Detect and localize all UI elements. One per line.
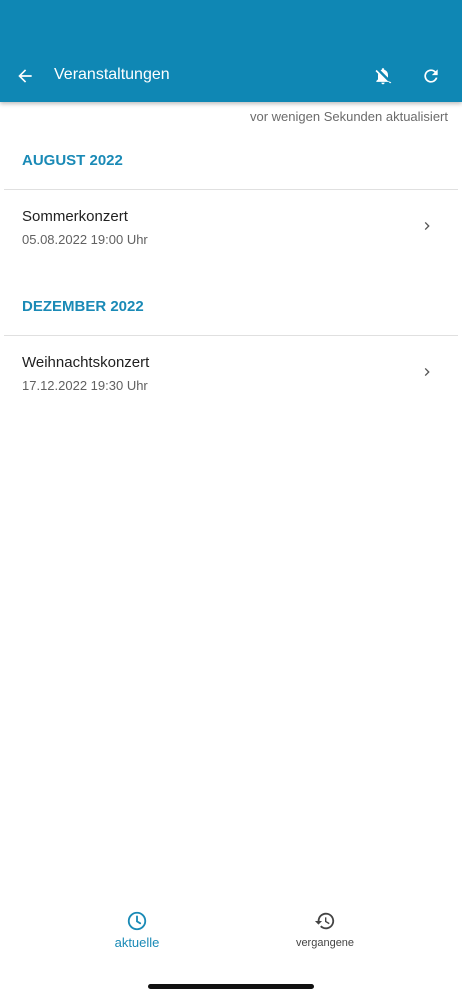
nav-tab-aktuelle[interactable]: aktuelle	[77, 910, 197, 956]
nav-tab-label: vergangene	[295, 937, 355, 949]
bell-off-icon	[375, 68, 392, 85]
section-header-dezember-2022: DEZEMBER 2022	[22, 298, 144, 315]
notifications-toggle-button[interactable]	[370, 63, 396, 89]
nav-tab-vergangene[interactable]: vergangene	[265, 910, 385, 956]
nav-tab-label: aktuelle	[114, 935, 160, 950]
arrow-left-icon	[18, 69, 32, 83]
page-title: Veranstaltungen	[54, 66, 170, 83]
event-row-sommerkonzert[interactable]: Sommerkonzert 05.08.2022 19:00 Uhr	[0, 190, 462, 260]
event-name: Sommerkonzert	[22, 208, 128, 225]
home-indicator	[148, 984, 314, 989]
last-updated-text: vor wenigen Sekunden aktualisiert	[249, 109, 448, 124]
app-bar: Veranstaltungen	[0, 0, 462, 102]
history-icon	[314, 912, 335, 930]
refresh-icon	[424, 69, 438, 83]
clock-icon	[127, 911, 147, 931]
section-header-august-2022: AUGUST 2022	[22, 152, 123, 169]
event-row-weihnachtskonzert[interactable]: Weihnachtskonzert 17.12.2022 19:30 Uhr	[0, 336, 462, 406]
chevron-right-icon	[418, 363, 436, 381]
refresh-button[interactable]	[418, 63, 444, 89]
bottom-navigation: aktuelle vergangene	[0, 900, 462, 960]
event-date: 17.12.2022 19:30 Uhr	[22, 378, 148, 393]
back-button[interactable]	[12, 63, 38, 89]
chevron-right-icon	[418, 217, 436, 235]
event-date: 05.08.2022 19:00 Uhr	[22, 232, 148, 247]
event-name: Weihnachtskonzert	[22, 354, 150, 371]
